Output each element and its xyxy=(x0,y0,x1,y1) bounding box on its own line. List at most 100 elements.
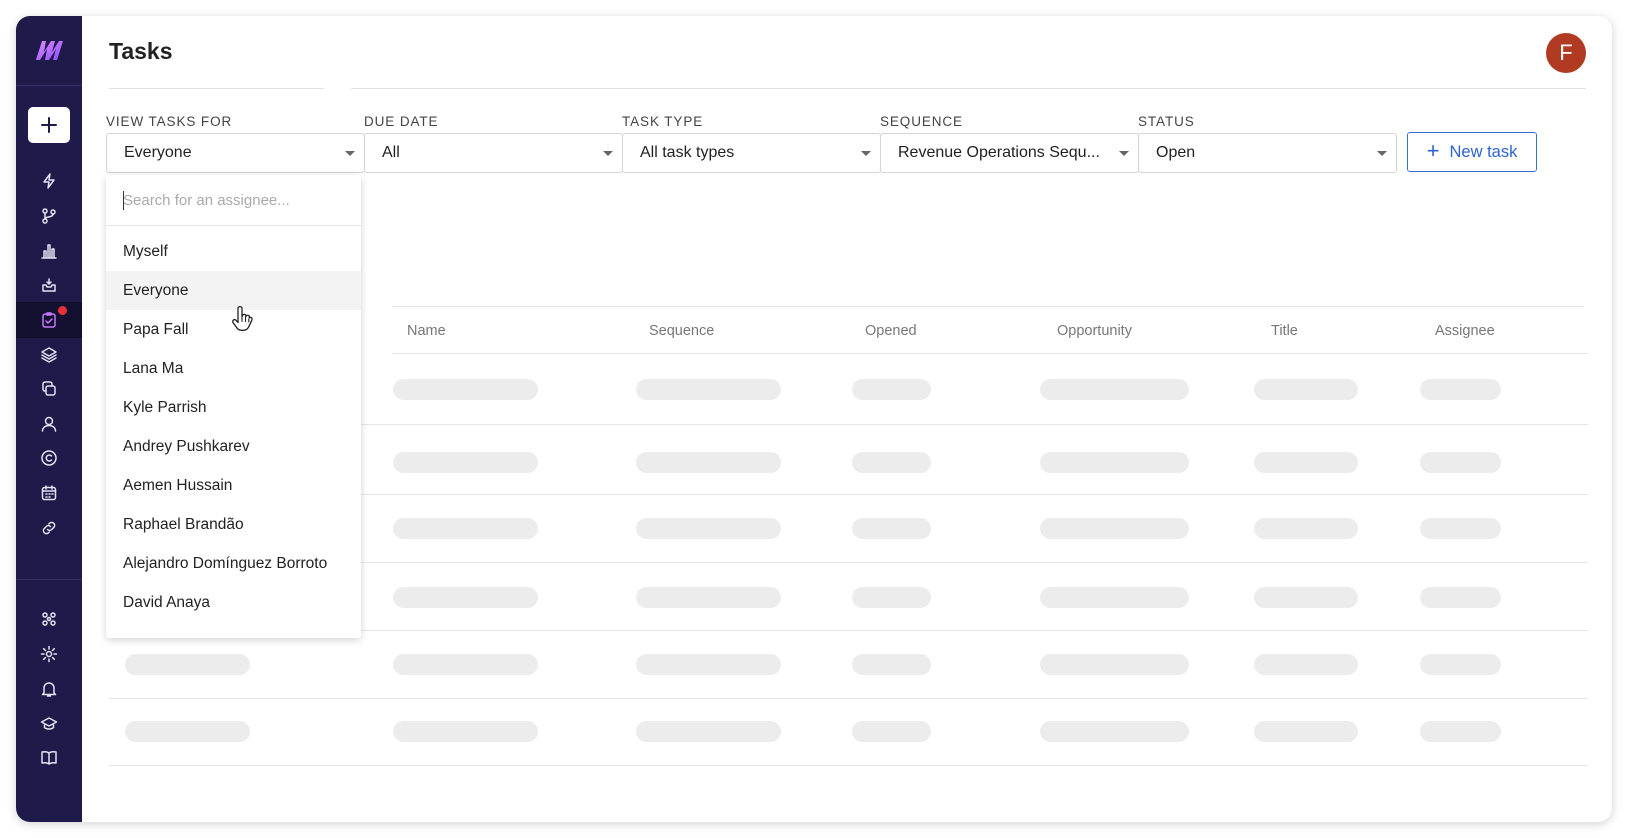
column-header-title[interactable]: Title xyxy=(1271,323,1298,339)
assignee-option[interactable]: Alejandro Domínguez Borroto xyxy=(106,544,361,583)
skeleton-cell xyxy=(1420,452,1501,473)
sidebar-item-accounts[interactable] xyxy=(16,440,82,476)
filter-label: TASK TYPE xyxy=(622,114,704,129)
skeleton-cell xyxy=(1254,518,1358,539)
task-clipboard-icon xyxy=(42,312,56,328)
select-value: Open xyxy=(1156,144,1196,161)
skeleton-cell xyxy=(1040,518,1189,539)
skeleton-cell xyxy=(1420,654,1501,675)
table-row-divider xyxy=(392,353,1588,354)
plus-icon: + xyxy=(1426,138,1440,163)
column-header-opened[interactable]: Opened xyxy=(865,323,917,339)
notification-badge xyxy=(57,305,68,316)
skeleton-cell xyxy=(852,721,931,742)
skeleton-cell xyxy=(393,654,538,675)
m-logo-icon[interactable] xyxy=(34,38,64,62)
bell-icon xyxy=(41,682,57,697)
skeleton-cell xyxy=(125,654,250,675)
assignee-option[interactable]: Kyle Parrish xyxy=(106,388,361,427)
sidebar xyxy=(16,16,82,822)
sidebar-divider-bottom xyxy=(16,579,82,580)
filter-view-tasks-for: VIEW TASKS FOR Everyone xyxy=(106,113,365,173)
view-tasks-for-select[interactable]: Everyone xyxy=(106,133,365,173)
sidebar-item-layers[interactable] xyxy=(16,337,82,373)
skeleton-cell xyxy=(852,379,931,400)
sidebar-item-notifications[interactable] xyxy=(16,671,82,707)
skeleton-cell xyxy=(852,587,931,608)
sidebar-item-connections[interactable] xyxy=(16,510,82,546)
layers-icon xyxy=(41,347,57,363)
sidebar-item-academy[interactable] xyxy=(16,706,82,742)
filter-label: STATUS xyxy=(1138,114,1195,129)
column-header-sequence[interactable]: Sequence xyxy=(649,323,714,339)
skeleton-cell xyxy=(636,721,781,742)
skeleton-cell xyxy=(393,587,538,608)
skeleton-cell xyxy=(1254,379,1358,400)
filter-due-date: DUE DATE All xyxy=(364,113,623,173)
column-header-opportunity[interactable]: Opportunity xyxy=(1057,323,1132,339)
table-row-divider xyxy=(109,698,1588,699)
assignee-option[interactable]: Aemen Hussain xyxy=(106,466,361,505)
skeleton-cell xyxy=(1040,654,1189,675)
due-date-select[interactable]: All xyxy=(364,133,623,173)
copy-icon xyxy=(42,381,56,396)
table-row-divider xyxy=(109,765,1588,766)
column-header-name[interactable]: Name xyxy=(407,323,446,339)
assignee-option[interactable]: Myself xyxy=(106,232,361,271)
skeleton-cell xyxy=(636,518,781,539)
select-value: All task types xyxy=(640,144,735,161)
sidebar-item-docs[interactable] xyxy=(16,740,82,776)
skeleton-cell xyxy=(1420,721,1501,742)
skeleton-cell xyxy=(393,452,538,473)
copyright-icon xyxy=(41,450,57,466)
assignee-option[interactable]: Raphael Brandão xyxy=(106,505,361,544)
filter-label: VIEW TASKS FOR xyxy=(106,114,233,129)
integrations-icon xyxy=(42,612,56,626)
status-select[interactable]: Open xyxy=(1138,133,1397,173)
skeleton-cell xyxy=(393,518,538,539)
caret-down-icon xyxy=(603,151,613,156)
skeleton-cell xyxy=(1040,721,1189,742)
sidebar-item-analytics[interactable] xyxy=(16,233,82,269)
skeleton-cell xyxy=(1040,452,1189,473)
text-caret xyxy=(123,191,124,210)
sidebar-item-contacts[interactable] xyxy=(16,406,82,442)
sidebar-item-activity[interactable] xyxy=(16,163,82,199)
assignee-search-input[interactable] xyxy=(106,175,361,226)
sidebar-divider xyxy=(16,85,82,86)
sidebar-item-integrations[interactable] xyxy=(16,601,82,637)
avatar[interactable]: F xyxy=(1546,33,1586,73)
person-icon xyxy=(41,416,57,432)
skeleton-cell xyxy=(636,379,781,400)
app-window: Tasks F VIEW TASKS FOR Everyone DUE DATE… xyxy=(16,16,1612,822)
sidebar-item-inbox[interactable] xyxy=(16,267,82,303)
assignee-option[interactable]: David Anaya xyxy=(106,583,361,622)
skeleton-cell xyxy=(1420,587,1501,608)
sidebar-item-tasks[interactable] xyxy=(16,302,82,338)
sequence-select[interactable]: Revenue Operations Sequ... xyxy=(880,133,1139,173)
assignee-option[interactable]: Andrey Pushkarev xyxy=(106,427,361,466)
bar-chart-icon xyxy=(41,244,57,259)
header-divider xyxy=(351,88,1586,89)
main-content: Tasks F VIEW TASKS FOR Everyone DUE DATE… xyxy=(82,16,1612,822)
filter-label: SEQUENCE xyxy=(880,114,963,129)
filter-sequence: SEQUENCE Revenue Operations Sequ... xyxy=(880,113,1139,173)
skeleton-cell xyxy=(393,379,538,400)
sidebar-item-templates[interactable] xyxy=(16,371,82,407)
create-button[interactable] xyxy=(28,107,70,143)
assignee-option[interactable]: Lana Ma xyxy=(106,349,361,388)
sidebar-item-meetings[interactable] xyxy=(16,475,82,511)
inbox-icon xyxy=(42,278,56,292)
new-task-button[interactable]: + New task xyxy=(1407,132,1537,172)
caret-down-icon xyxy=(345,151,355,156)
sidebar-item-sequences[interactable] xyxy=(16,198,82,234)
gear-icon xyxy=(40,645,58,663)
page-title: Tasks xyxy=(109,38,173,64)
column-header-assignee[interactable]: Assignee xyxy=(1435,323,1495,339)
graduation-cap-icon xyxy=(40,717,58,730)
header-divider xyxy=(109,88,324,89)
task-type-select[interactable]: All task types xyxy=(622,133,881,173)
sidebar-item-settings[interactable] xyxy=(16,636,82,672)
skeleton-cell xyxy=(1420,379,1501,400)
lightning-icon xyxy=(43,173,55,189)
